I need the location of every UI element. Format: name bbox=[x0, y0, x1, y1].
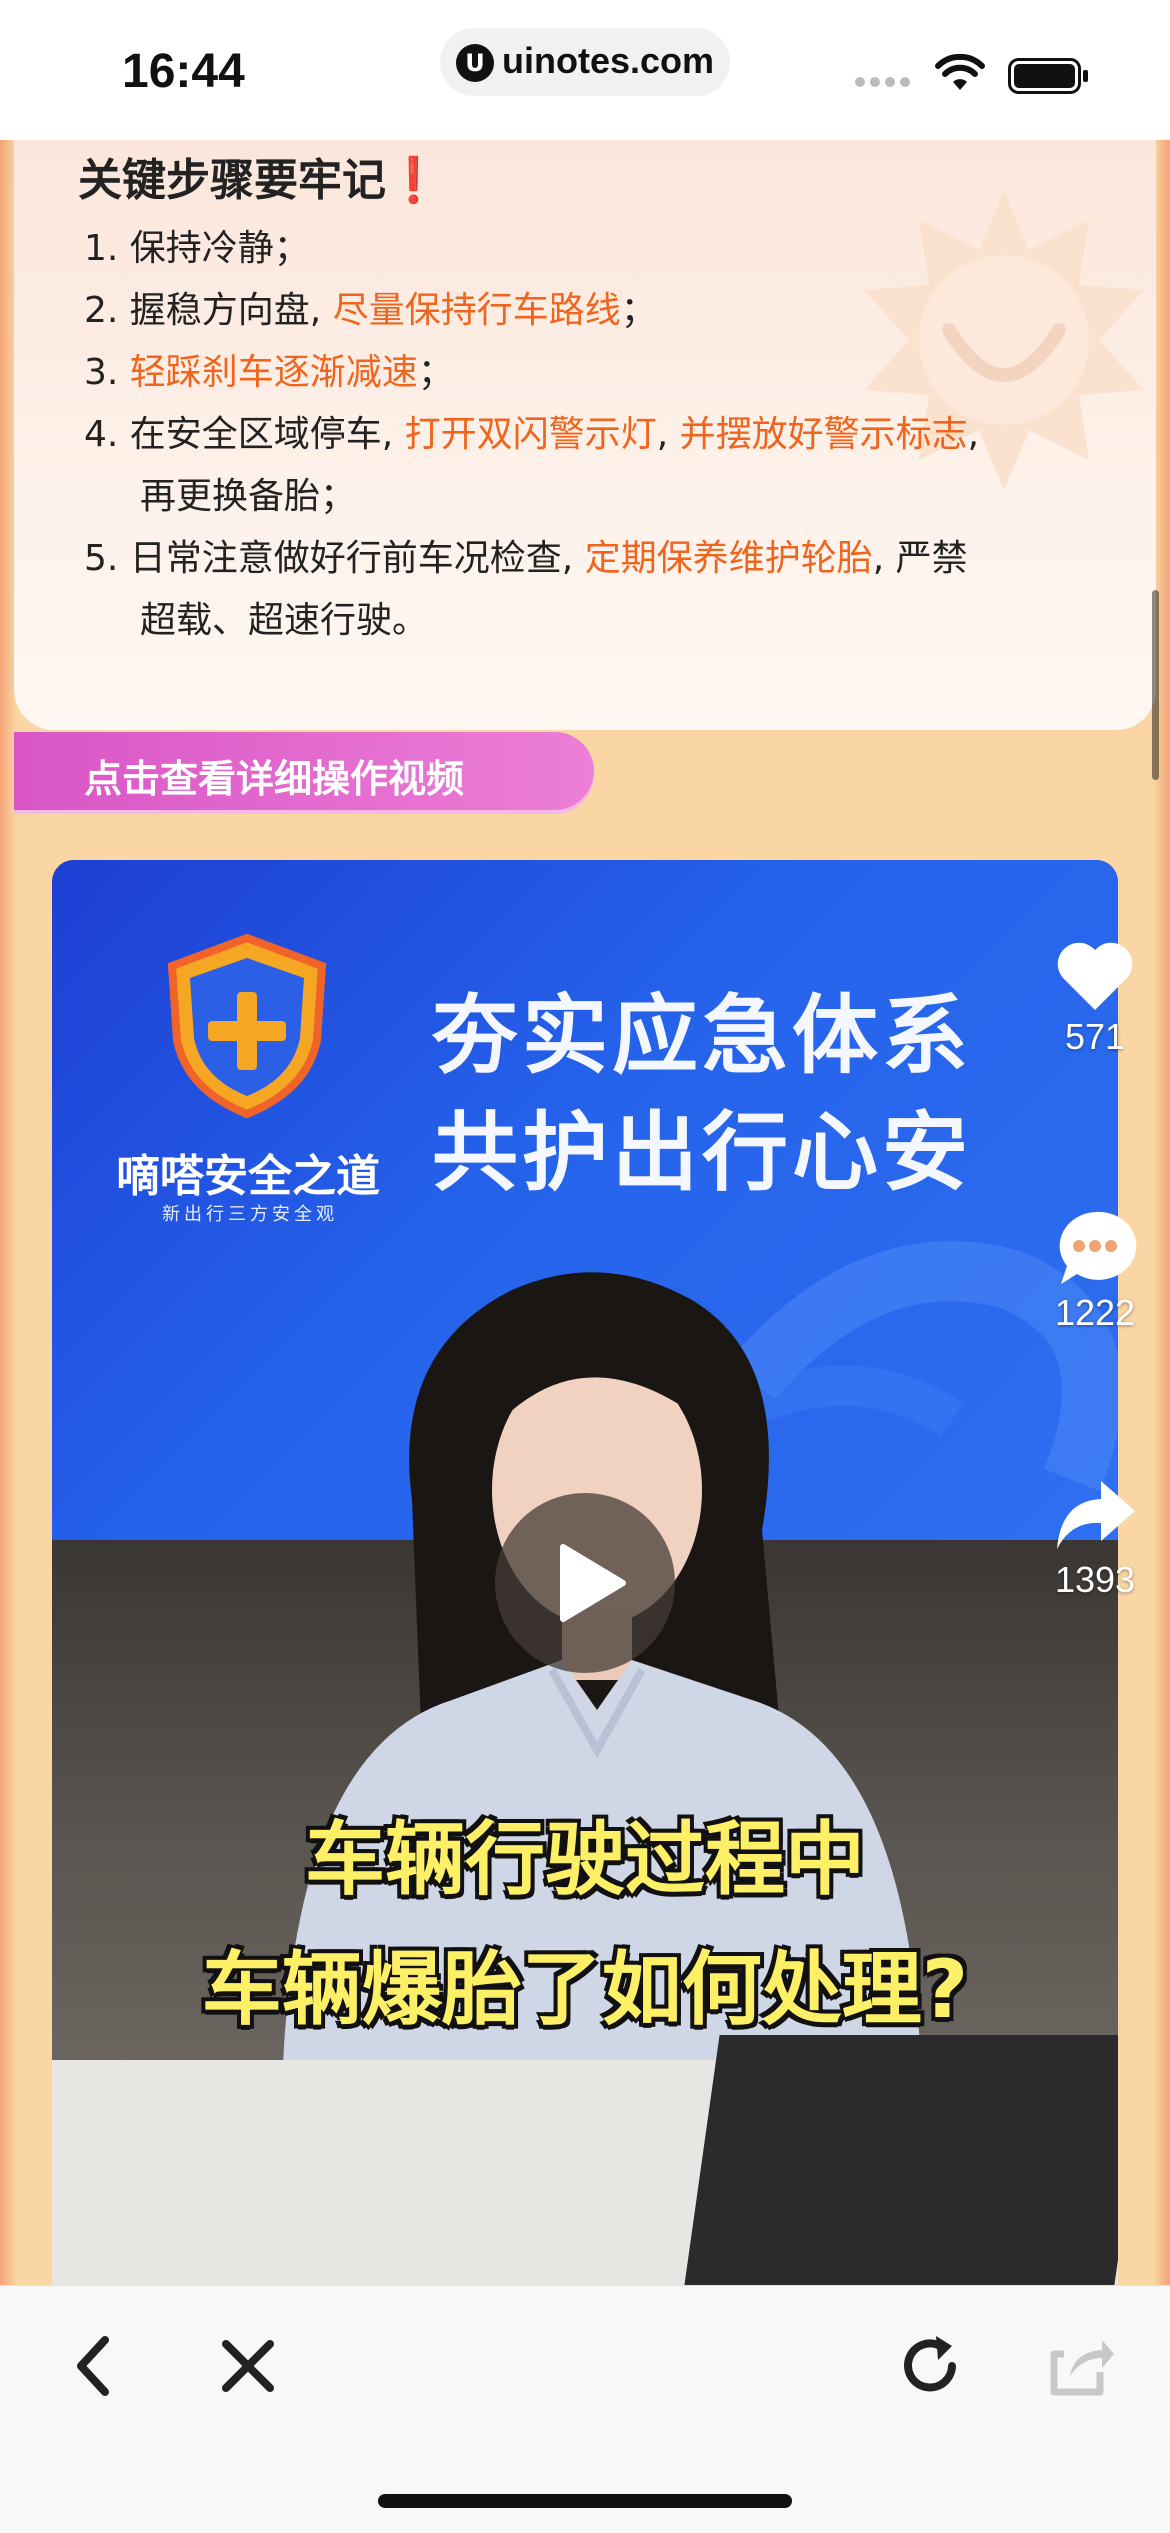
video-title-line-2: 共护出行心安 bbox=[432, 1103, 972, 1203]
comment-bubble-icon bbox=[1059, 1211, 1137, 1284]
step-item-4-continued: 再更换备胎； bbox=[140, 476, 357, 517]
battery-icon bbox=[1008, 58, 1088, 94]
watch-video-button[interactable]: 点击查看详细操作视频 bbox=[14, 732, 594, 810]
comment-count: 1222 bbox=[1054, 1292, 1136, 1333]
video-caption-line-2: 车辆爆胎了如何处理? bbox=[201, 1943, 969, 2036]
card-heading: 关键步骤要牢记❗ bbox=[78, 155, 441, 206]
watch-video-label: 点击查看详细操作视频 bbox=[84, 757, 465, 801]
play-icon bbox=[560, 1544, 626, 1622]
share-arrow-icon bbox=[1057, 1481, 1135, 1549]
key-steps-card: 关键步骤要牢记❗ 1. 保持冷静； 2. 握稳方向盘, 尽量保持行车路线； 3.… bbox=[14, 140, 1156, 730]
video-player[interactable]: 嘀嗒安全之道 新出行三方安全观 夯实应急体系 共护出行心安 车辆行驶过程中 车辆… bbox=[52, 860, 1118, 2285]
play-button[interactable] bbox=[495, 1493, 675, 1673]
home-indicator bbox=[378, 2494, 792, 2508]
status-bar: 16:44 U uinotes.com bbox=[0, 0, 1170, 140]
share-count: 1393 bbox=[1054, 1559, 1136, 1600]
browser-toolbar bbox=[0, 2285, 1170, 2533]
status-time: 16:44 bbox=[122, 45, 245, 98]
heart-icon bbox=[1057, 942, 1133, 1010]
step-item-4: 4. 在安全区域停车, 打开双闪警示灯, 并摆放好警示标志, bbox=[84, 414, 980, 455]
laptop bbox=[684, 2035, 1118, 2285]
page-content: 关键步骤要牢记❗ 1. 保持冷静； 2. 握稳方向盘, 尽量保持行车路线； 3.… bbox=[0, 140, 1170, 2285]
exclamation-icon: ❗ bbox=[386, 155, 441, 206]
video-caption-line-1: 车辆行驶过程中 bbox=[305, 1813, 865, 1906]
site-icon: U bbox=[456, 44, 494, 82]
step-item-5: 5. 日常注意做好行前车况检查, 定期保养维护轮胎, 严禁 bbox=[84, 538, 968, 579]
like-action[interactable]: 571 bbox=[1040, 940, 1150, 1058]
share-icon[interactable] bbox=[1040, 2326, 1120, 2406]
step-item-1: 1. 保持冷静； bbox=[84, 228, 310, 269]
comment-action[interactable]: 1222 bbox=[1040, 1208, 1150, 1334]
brand-name: 嘀嗒安全之道 bbox=[116, 1151, 380, 1202]
like-count: 571 bbox=[1064, 1016, 1126, 1057]
close-icon[interactable] bbox=[208, 2326, 288, 2406]
refresh-icon[interactable] bbox=[890, 2326, 970, 2406]
wifi-icon bbox=[935, 54, 985, 90]
share-action[interactable]: 1393 bbox=[1040, 1475, 1150, 1601]
step-item-2: 2. 握稳方向盘, 尽量保持行车路线； bbox=[84, 290, 657, 331]
scrollbar[interactable] bbox=[1152, 590, 1159, 780]
video-title-line-1: 夯实应急体系 bbox=[432, 986, 972, 1086]
shield-logo-icon bbox=[167, 933, 327, 1119]
back-arrow-icon[interactable] bbox=[55, 2326, 135, 2406]
step-item-5-continued: 超载、超速行驶。 bbox=[140, 600, 429, 641]
url-text: uinotes.com bbox=[502, 40, 715, 81]
step-item-3: 3. 轻踩刹车逐渐减速； bbox=[84, 352, 454, 393]
brand-slogan: 新出行三方安全观 bbox=[162, 1204, 338, 1225]
url-bar[interactable]: U uinotes.com bbox=[440, 28, 730, 96]
cellular-signal-icon bbox=[855, 72, 915, 91]
